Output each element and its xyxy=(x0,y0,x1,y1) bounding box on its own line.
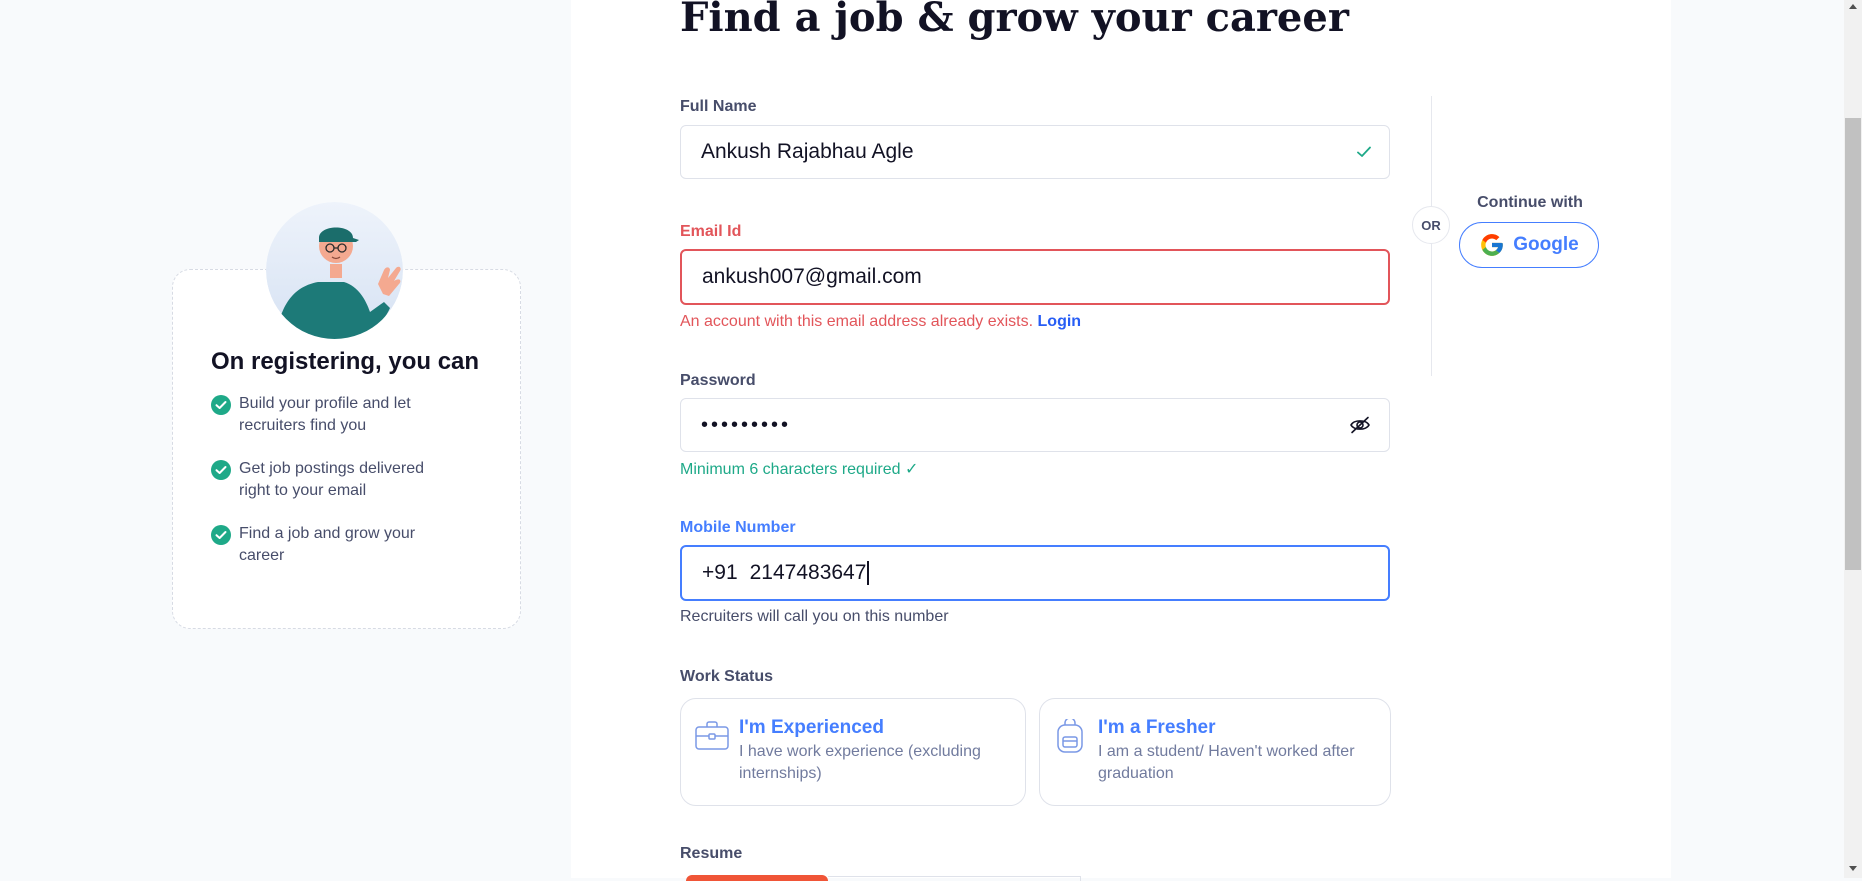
upload-resume-button[interactable] xyxy=(686,875,828,881)
work-status-label: Work Status xyxy=(680,668,774,685)
login-link[interactable]: Login xyxy=(1038,313,1082,330)
password-hint: Minimum 6 characters required ✓ xyxy=(680,461,919,478)
country-code: +91 xyxy=(702,561,738,584)
email-value: ankush007@gmail.com xyxy=(702,265,922,288)
page-title: Find a job & grow your career xyxy=(680,0,1349,41)
backpack-icon xyxy=(1056,717,1084,753)
scroll-down-arrow-icon[interactable] xyxy=(1849,866,1857,871)
continue-with-label: Continue with xyxy=(1477,194,1583,211)
full-name-value: Ankush Rajabhau Agle xyxy=(701,140,914,163)
google-signin-button[interactable]: Google xyxy=(1459,222,1599,268)
email-input[interactable]: ankush007@gmail.com xyxy=(680,249,1390,305)
benefit-text: Get job postings delivered right to your… xyxy=(239,460,424,499)
benefits-title: On registering, you can xyxy=(211,348,480,375)
password-masked-value: ••••••••• xyxy=(701,413,792,436)
benefit-text: Build your profile and let recruiters fi… xyxy=(239,395,411,434)
email-error-message: An account with this email address alrea… xyxy=(680,313,1081,331)
mobile-label: Mobile Number xyxy=(680,519,796,536)
fresher-option[interactable]: I'm a Fresher I am a student/ Haven't wo… xyxy=(1039,698,1391,806)
resume-upload-box xyxy=(828,876,1081,881)
full-name-input[interactable]: Ankush Rajabhau Agle xyxy=(680,125,1390,179)
check-circle-icon xyxy=(211,525,231,545)
text-caret xyxy=(867,561,870,585)
checkmark-icon xyxy=(1357,146,1371,158)
experienced-subtitle: I have work experience (excluding intern… xyxy=(739,743,981,782)
eye-slash-icon[interactable] xyxy=(1349,416,1371,434)
password-input[interactable]: ••••••••• xyxy=(680,398,1390,452)
scrollbar-thumb[interactable] xyxy=(1845,118,1861,570)
scroll-up-arrow-icon[interactable] xyxy=(1849,4,1857,9)
mobile-input[interactable]: +91 2147483647 xyxy=(680,545,1390,601)
email-label: Email Id xyxy=(680,223,742,240)
mobile-hint: Recruiters will call you on this number xyxy=(680,608,949,625)
check-circle-icon xyxy=(211,460,231,480)
benefit-text: Find a job and grow your career xyxy=(239,525,416,564)
experienced-title: I'm Experienced xyxy=(739,717,884,738)
email-error-text: An account with this email address alrea… xyxy=(680,313,1034,330)
google-button-label: Google xyxy=(1513,234,1579,255)
resume-label: Resume xyxy=(680,845,743,862)
briefcase-icon xyxy=(695,721,729,751)
fresher-subtitle: I am a student/ Haven't worked after gra… xyxy=(1098,743,1355,782)
check-circle-icon xyxy=(211,395,231,415)
google-logo-icon xyxy=(1479,232,1505,258)
fresher-title: I'm a Fresher xyxy=(1098,717,1216,738)
full-name-label: Full Name xyxy=(680,98,757,115)
avatar-illustration xyxy=(266,202,403,339)
experienced-option[interactable]: I'm Experienced I have work experience (… xyxy=(680,698,1026,806)
password-label: Password xyxy=(680,372,756,389)
mobile-value: 2147483647 xyxy=(749,561,867,584)
